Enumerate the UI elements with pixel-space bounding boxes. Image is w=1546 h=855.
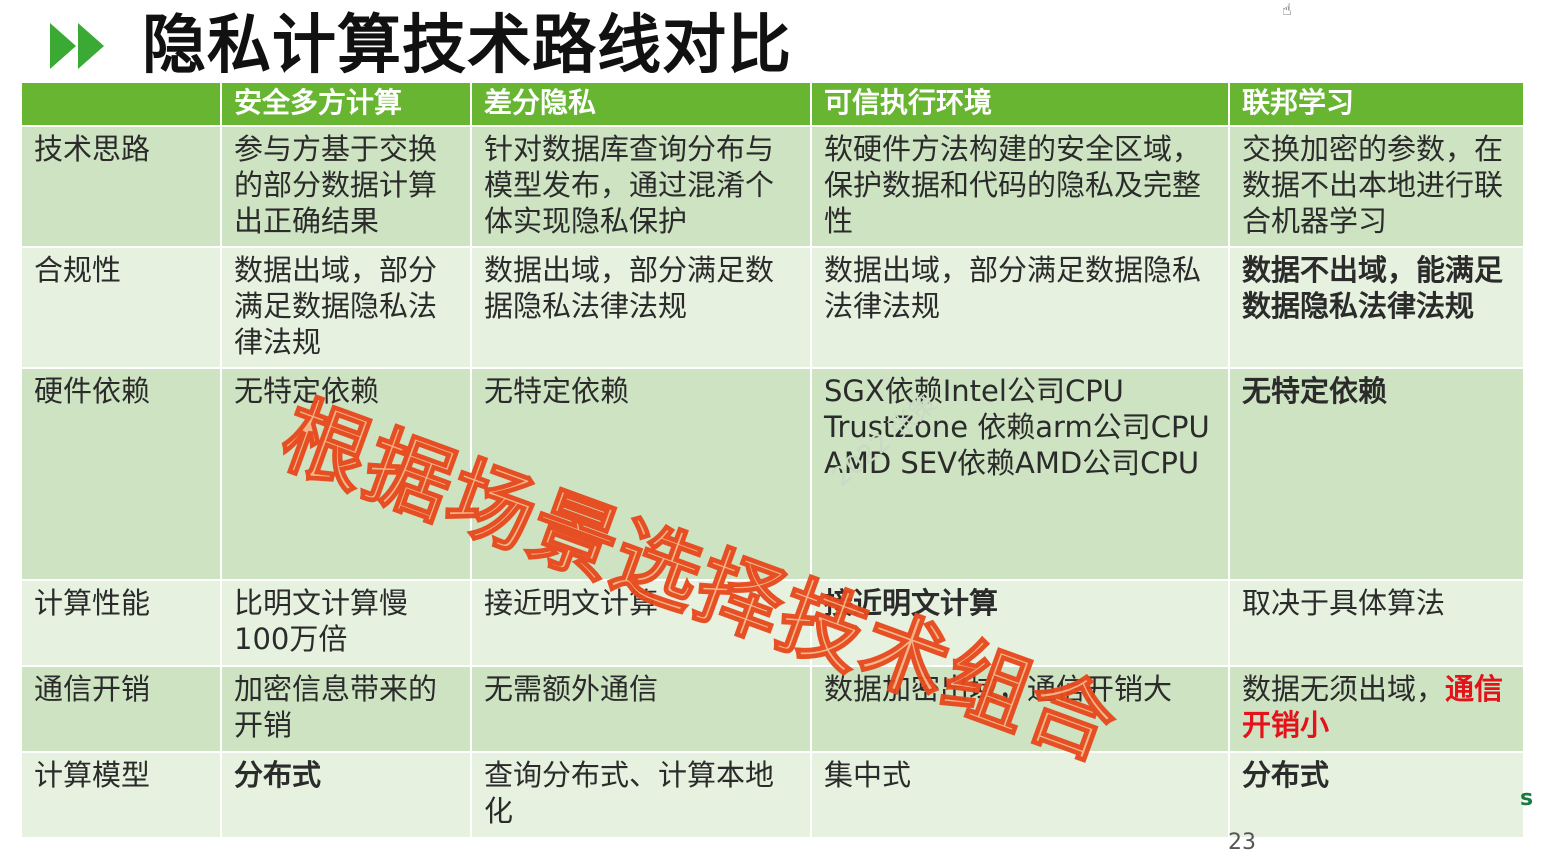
table-cell: 比明文计算慢100万倍 bbox=[220, 579, 472, 667]
table-row: 通信开销 加密信息带来的开销 无需额外通信 数据加密出域，通信开销大 数据无须出… bbox=[20, 665, 1525, 753]
table-cell: 软硬件方法构建的安全区域，保护数据和代码的隐私及完整性 bbox=[810, 125, 1230, 248]
table-cell: 数据出域，部分满足数据隐私法律法规 bbox=[220, 246, 472, 369]
table-row: 计算模型 分布式 查询分布式、计算本地化 集中式 分布式 bbox=[20, 751, 1525, 839]
table-cell: 针对数据库查询分布与模型发布，通过混淆个体实现隐私保护 bbox=[470, 125, 812, 248]
row-label: 计算性能 bbox=[20, 579, 222, 667]
comparison-table: 安全多方计算 差分隐私 可信执行环境 联邦学习 技术思路 参与方基于交换的部分数… bbox=[20, 81, 1525, 839]
header-dp: 差分隐私 bbox=[470, 81, 812, 127]
row-label: 合规性 bbox=[20, 246, 222, 369]
table-cell: 数据不出域，能满足数据隐私法律法规 bbox=[1228, 246, 1525, 369]
cell-text: 数据无须出域， bbox=[1242, 672, 1446, 706]
header-mpc: 安全多方计算 bbox=[220, 81, 472, 127]
table-row: 技术思路 参与方基于交换的部分数据计算出正确结果 针对数据库查询分布与模型发布，… bbox=[20, 125, 1525, 248]
table-header-row: 安全多方计算 差分隐私 可信执行环境 联邦学习 bbox=[20, 81, 1525, 127]
table-cell: 数据出域，部分满足数据隐私法律法规 bbox=[810, 246, 1230, 369]
table-cell: 数据出域，部分满足数据隐私法律法规 bbox=[470, 246, 812, 369]
slide-title-bar: 隐私计算技术路线对比 bbox=[48, 8, 792, 84]
row-label: 硬件依赖 bbox=[20, 367, 222, 581]
table-cell: 加密信息带来的开销 bbox=[220, 665, 472, 753]
table-cell: 交换加密的参数，在数据不出本地进行联合机器学习 bbox=[1228, 125, 1525, 248]
table-cell: 集中式 bbox=[810, 751, 1230, 839]
table-cell: 无需额外通信 bbox=[470, 665, 812, 753]
table-cell: 分布式 bbox=[220, 751, 472, 839]
header-corner bbox=[20, 81, 222, 127]
table-cell: 参与方基于交换的部分数据计算出正确结果 bbox=[220, 125, 472, 248]
double-arrow-icon bbox=[48, 20, 112, 72]
mouse-pointer-icon: ☝ bbox=[1282, 0, 1292, 19]
corner-logo-icon: s bbox=[1520, 786, 1534, 811]
table-cell: SGX依赖Intel公司CPU TrustZone 依赖arm公司CPU AMD… bbox=[810, 367, 1230, 581]
page-number: 23 bbox=[1228, 830, 1256, 855]
header-tee: 可信执行环境 bbox=[810, 81, 1230, 127]
header-fl: 联邦学习 bbox=[1228, 81, 1525, 127]
table-row: 合规性 数据出域，部分满足数据隐私法律法规 数据出域，部分满足数据隐私法律法规 … bbox=[20, 246, 1525, 369]
row-label: 计算模型 bbox=[20, 751, 222, 839]
table-cell: 分布式 bbox=[1228, 751, 1525, 839]
table-cell: 无特定依赖 bbox=[1228, 367, 1525, 581]
table-cell: 数据无须出域，通信开销小 bbox=[1228, 665, 1525, 753]
table-cell: 取决于具体算法 bbox=[1228, 579, 1525, 667]
slide-title: 隐私计算技术路线对比 bbox=[142, 9, 792, 83]
row-label: 通信开销 bbox=[20, 665, 222, 753]
table-cell: 查询分布式、计算本地化 bbox=[470, 751, 812, 839]
row-label: 技术思路 bbox=[20, 125, 222, 248]
